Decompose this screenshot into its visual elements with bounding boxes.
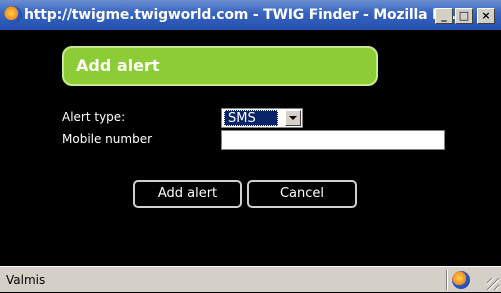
firefox-icon [4, 6, 22, 24]
minimize-button[interactable]: _ [435, 8, 453, 24]
title-bar[interactable]: http://twigme.twigworld.com - TWIG Finde… [0, 0, 501, 30]
mobile-number-field[interactable] [221, 130, 445, 150]
resize-grip-icon[interactable] [487, 278, 499, 290]
status-divider [446, 270, 448, 290]
cancel-button[interactable]: Cancel [247, 180, 357, 208]
window-title: http://twigme.twigworld.com - TWIG Finde… [24, 7, 467, 23]
add-alert-button[interactable]: Add alert [133, 180, 242, 208]
alert-type-selected-value: SMS [224, 110, 278, 126]
status-text: Valmis [6, 273, 46, 287]
browser-window: http://twigme.twigworld.com - TWIG Finde… [0, 0, 501, 292]
chevron-down-icon[interactable] [285, 110, 301, 126]
maximize-button[interactable]: □ [455, 8, 473, 24]
page-content: Add alert Alert type: SMS Mobile number … [4, 30, 497, 266]
alert-type-select[interactable]: SMS [221, 108, 303, 128]
alert-type-label: Alert type: [62, 110, 126, 124]
firefox-status-icon[interactable] [452, 271, 470, 289]
dialog-title: Add alert [76, 56, 160, 75]
mobile-number-label: Mobile number [62, 132, 153, 146]
close-button[interactable]: × [477, 8, 495, 24]
status-bar: Valmis [0, 266, 501, 292]
dialog-header: Add alert [62, 46, 378, 86]
